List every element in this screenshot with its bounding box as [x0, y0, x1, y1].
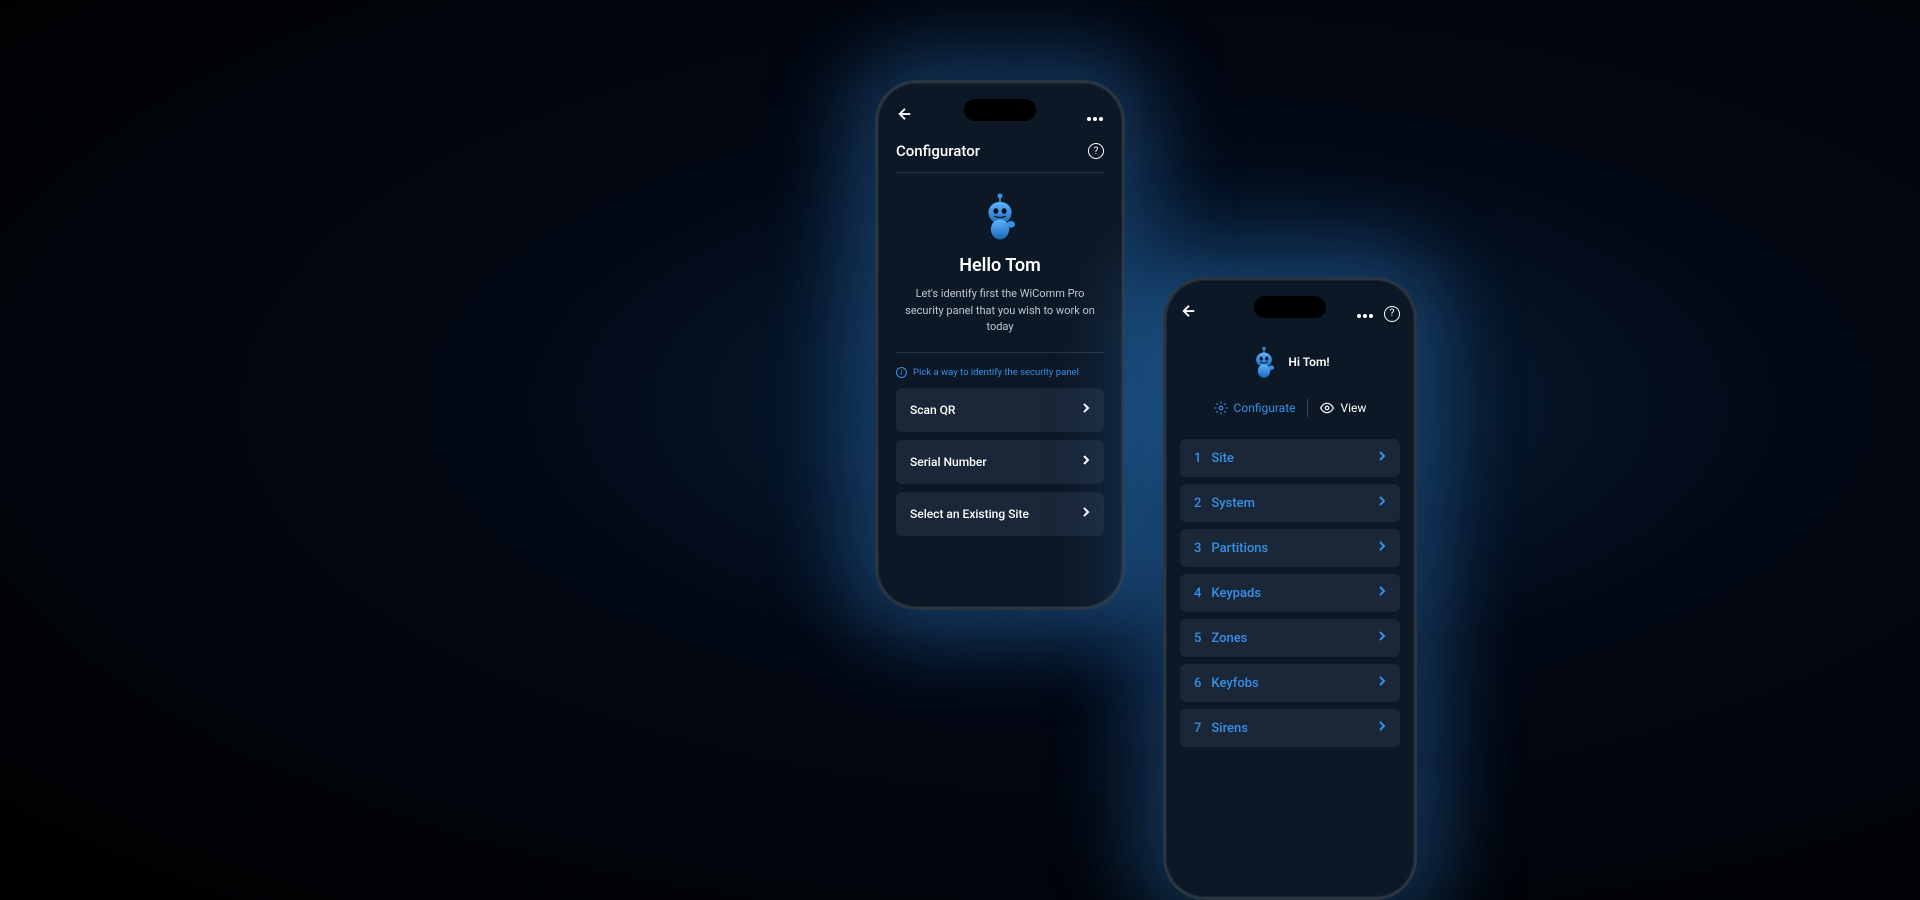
menu-label: System: [1211, 496, 1255, 511]
menu-number: 2: [1194, 496, 1201, 511]
chevron-right-icon: [1378, 495, 1386, 511]
menu-item-sirens[interactable]: 7 Sirens: [1180, 709, 1400, 747]
chevron-right-icon: [1378, 630, 1386, 646]
mode-view-button[interactable]: View: [1308, 397, 1378, 419]
phone-notch: [1254, 296, 1326, 318]
chevron-right-icon: [1082, 454, 1090, 470]
option-scan-qr[interactable]: Scan QR: [896, 388, 1104, 432]
menu-label: Keyfobs: [1211, 676, 1258, 691]
menu-item-zones[interactable]: 5 Zones: [1180, 619, 1400, 657]
greeting-subtitle: Let's identify first the WiComm Pro secu…: [896, 286, 1104, 353]
eye-icon: [1320, 401, 1334, 415]
greeting-text: Hi Tom!: [1288, 355, 1329, 369]
mode-configurate-button[interactable]: Configurate: [1202, 397, 1308, 419]
menu-number: 1: [1194, 451, 1201, 466]
menu-item-system[interactable]: 2 System: [1180, 484, 1400, 522]
option-existing-site[interactable]: Select an Existing Site: [896, 492, 1104, 536]
phone-notch: [964, 99, 1036, 121]
chevron-right-icon: [1082, 506, 1090, 522]
mode-label: View: [1340, 401, 1366, 415]
menu-item-keyfobs[interactable]: 6 Keyfobs: [1180, 664, 1400, 702]
menu-label: Zones: [1211, 631, 1247, 646]
menu-number: 3: [1194, 541, 1201, 556]
option-serial-number[interactable]: Serial Number: [896, 440, 1104, 484]
phone-menu: ? Hi Tom!: [1163, 277, 1417, 900]
gear-icon: [1214, 401, 1228, 415]
option-label: Serial Number: [910, 455, 987, 469]
chevron-right-icon: [1378, 450, 1386, 466]
chevron-right-icon: [1082, 402, 1090, 418]
menu-item-keypads[interactable]: 4 Keypads: [1180, 574, 1400, 612]
more-menu-icon[interactable]: [1086, 106, 1104, 127]
robot-mascot-icon: [1250, 345, 1278, 379]
mode-label: Configurate: [1234, 401, 1296, 415]
help-icon[interactable]: ?: [1088, 143, 1104, 159]
menu-number: 7: [1194, 721, 1201, 736]
chevron-right-icon: [1378, 720, 1386, 736]
menu-label: Keypads: [1211, 586, 1261, 601]
more-menu-icon[interactable]: [1356, 303, 1374, 324]
back-arrow-icon[interactable]: [896, 105, 914, 128]
menu-label: Partitions: [1211, 541, 1268, 556]
option-label: Scan QR: [910, 403, 955, 417]
phone-configurator: Configurator ? Hello To: [875, 80, 1125, 610]
greeting-row: Hi Tom!: [1180, 345, 1400, 379]
back-arrow-icon[interactable]: [1180, 302, 1198, 325]
option-label: Select an Existing Site: [910, 507, 1029, 521]
info-icon: i: [896, 367, 907, 378]
menu-item-site[interactable]: 1 Site: [1180, 439, 1400, 477]
menu-number: 4: [1194, 586, 1201, 601]
robot-mascot-icon: [896, 191, 1104, 241]
hint-text: Pick a way to identify the security pane…: [913, 367, 1079, 378]
chevron-right-icon: [1378, 675, 1386, 691]
greeting-title: Hello Tom: [896, 255, 1104, 276]
menu-label: Sirens: [1211, 721, 1248, 736]
menu-list: 1 Site 2 System 3 Partitions: [1180, 439, 1400, 747]
menu-number: 6: [1194, 676, 1201, 691]
menu-number: 5: [1194, 631, 1201, 646]
menu-item-partitions[interactable]: 3 Partitions: [1180, 529, 1400, 567]
chevron-right-icon: [1378, 540, 1386, 556]
menu-label: Site: [1211, 451, 1233, 466]
page-title: Configurator: [896, 142, 980, 160]
help-icon[interactable]: ?: [1384, 306, 1400, 322]
info-hint: i Pick a way to identify the security pa…: [896, 367, 1104, 378]
chevron-right-icon: [1378, 585, 1386, 601]
